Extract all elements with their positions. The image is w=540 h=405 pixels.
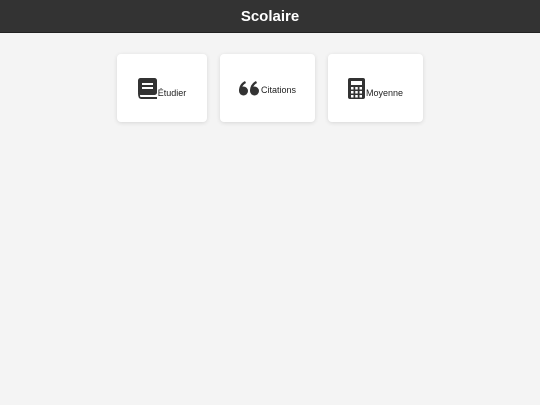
card-moyenne[interactable]: Moyenne [328, 54, 423, 122]
page-title: Scolaire [240, 7, 300, 25]
book-icon [137, 77, 157, 99]
quote-icon [238, 80, 260, 96]
card-label-moyenne: Moyenne [365, 87, 404, 98]
card-label-etudier: Étudier [157, 87, 187, 98]
card-label-citations: Citations [260, 84, 296, 95]
calculator-icon [347, 77, 365, 99]
card-citations[interactable]: Citations [220, 54, 315, 122]
card-grid: Étudier Citations Moyenne [0, 33, 540, 405]
app-header: Scolaire [0, 0, 540, 33]
card-etudier[interactable]: Étudier [117, 54, 207, 122]
